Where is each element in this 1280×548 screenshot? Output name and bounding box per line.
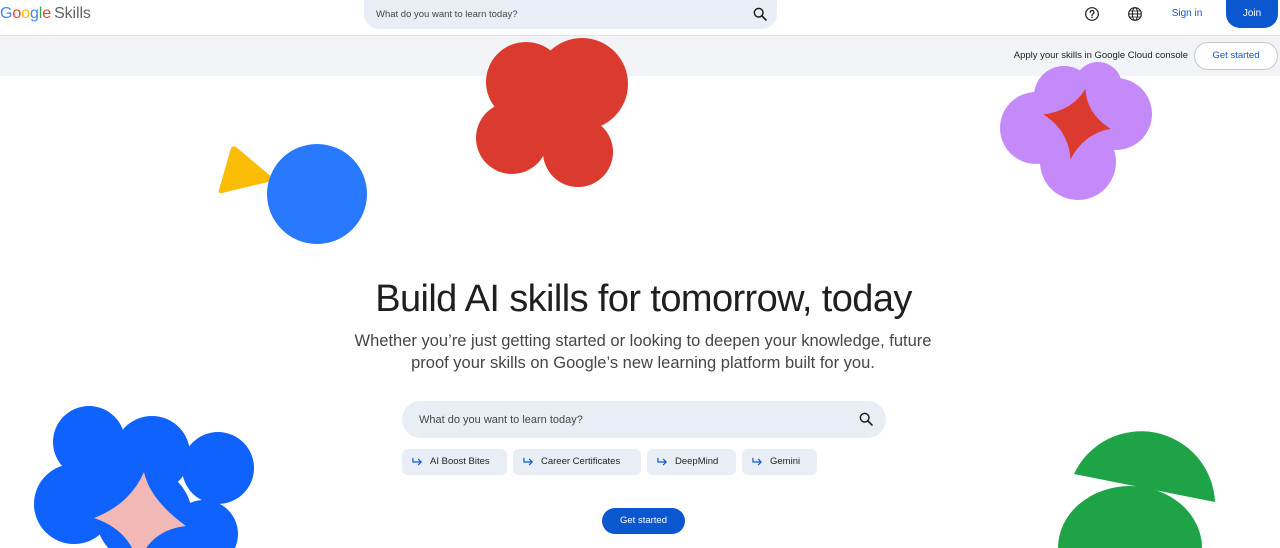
search-icon[interactable] bbox=[752, 6, 768, 22]
hero-search-bar bbox=[402, 401, 886, 438]
logo-letter: e bbox=[42, 5, 52, 22]
banner-get-started-button[interactable]: Get started bbox=[1194, 42, 1278, 70]
chip-label: Career Certificates bbox=[541, 456, 621, 467]
chip-label: AI Boost Bites bbox=[430, 456, 490, 467]
hero-subtitle: Whether you’re just getting started or l… bbox=[354, 332, 932, 372]
hero-title: Build AI skills for tomorrow, today bbox=[375, 278, 912, 320]
header-search-input[interactable] bbox=[376, 6, 736, 23]
banner-text: Apply your skills in Google Cloud consol… bbox=[1013, 50, 1188, 61]
chip-label: DeepMind bbox=[675, 456, 719, 467]
hero-get-started-button[interactable]: Get started bbox=[602, 508, 685, 534]
blue-flower-shape bbox=[34, 406, 254, 548]
logo-letter: o bbox=[12, 5, 22, 22]
google-skills-logo[interactable]: Google Skills bbox=[0, 4, 91, 24]
logo-letter: G bbox=[0, 5, 13, 22]
chip-label: Gemini bbox=[770, 456, 801, 467]
help-icon[interactable] bbox=[1084, 6, 1100, 22]
redirect-arrow-icon bbox=[412, 457, 422, 466]
redirect-arrow-icon bbox=[523, 457, 533, 466]
suggestion-chip[interactable]: Career Certificates bbox=[513, 449, 641, 475]
join-button[interactable]: Join bbox=[1226, 0, 1278, 28]
top-header: GoogleSkills Sign in Join bbox=[0, 0, 1280, 36]
logo-product-name: Skills bbox=[54, 5, 91, 22]
logo-letter: o bbox=[21, 5, 30, 22]
globe-icon[interactable] bbox=[1127, 6, 1143, 22]
logo-letter: g bbox=[29, 5, 39, 22]
redirect-arrow-icon bbox=[752, 457, 762, 466]
suggestion-chip[interactable]: AI Boost Bites bbox=[402, 449, 507, 475]
suggestion-chip[interactable]: Gemini bbox=[742, 449, 817, 475]
purple-blob-shape bbox=[1000, 62, 1152, 200]
red-flower-shape bbox=[476, 38, 628, 187]
header-search-bar bbox=[364, 0, 777, 29]
hero-search-input[interactable] bbox=[419, 411, 839, 429]
green-semicircles-shape bbox=[1058, 431, 1215, 548]
search-icon[interactable] bbox=[858, 411, 874, 427]
suggestion-chip[interactable]: DeepMind bbox=[647, 449, 736, 475]
redirect-arrow-icon bbox=[657, 457, 667, 466]
sign-in-link[interactable]: Sign in bbox=[1160, 0, 1214, 28]
blue-circle-shape bbox=[267, 144, 367, 244]
